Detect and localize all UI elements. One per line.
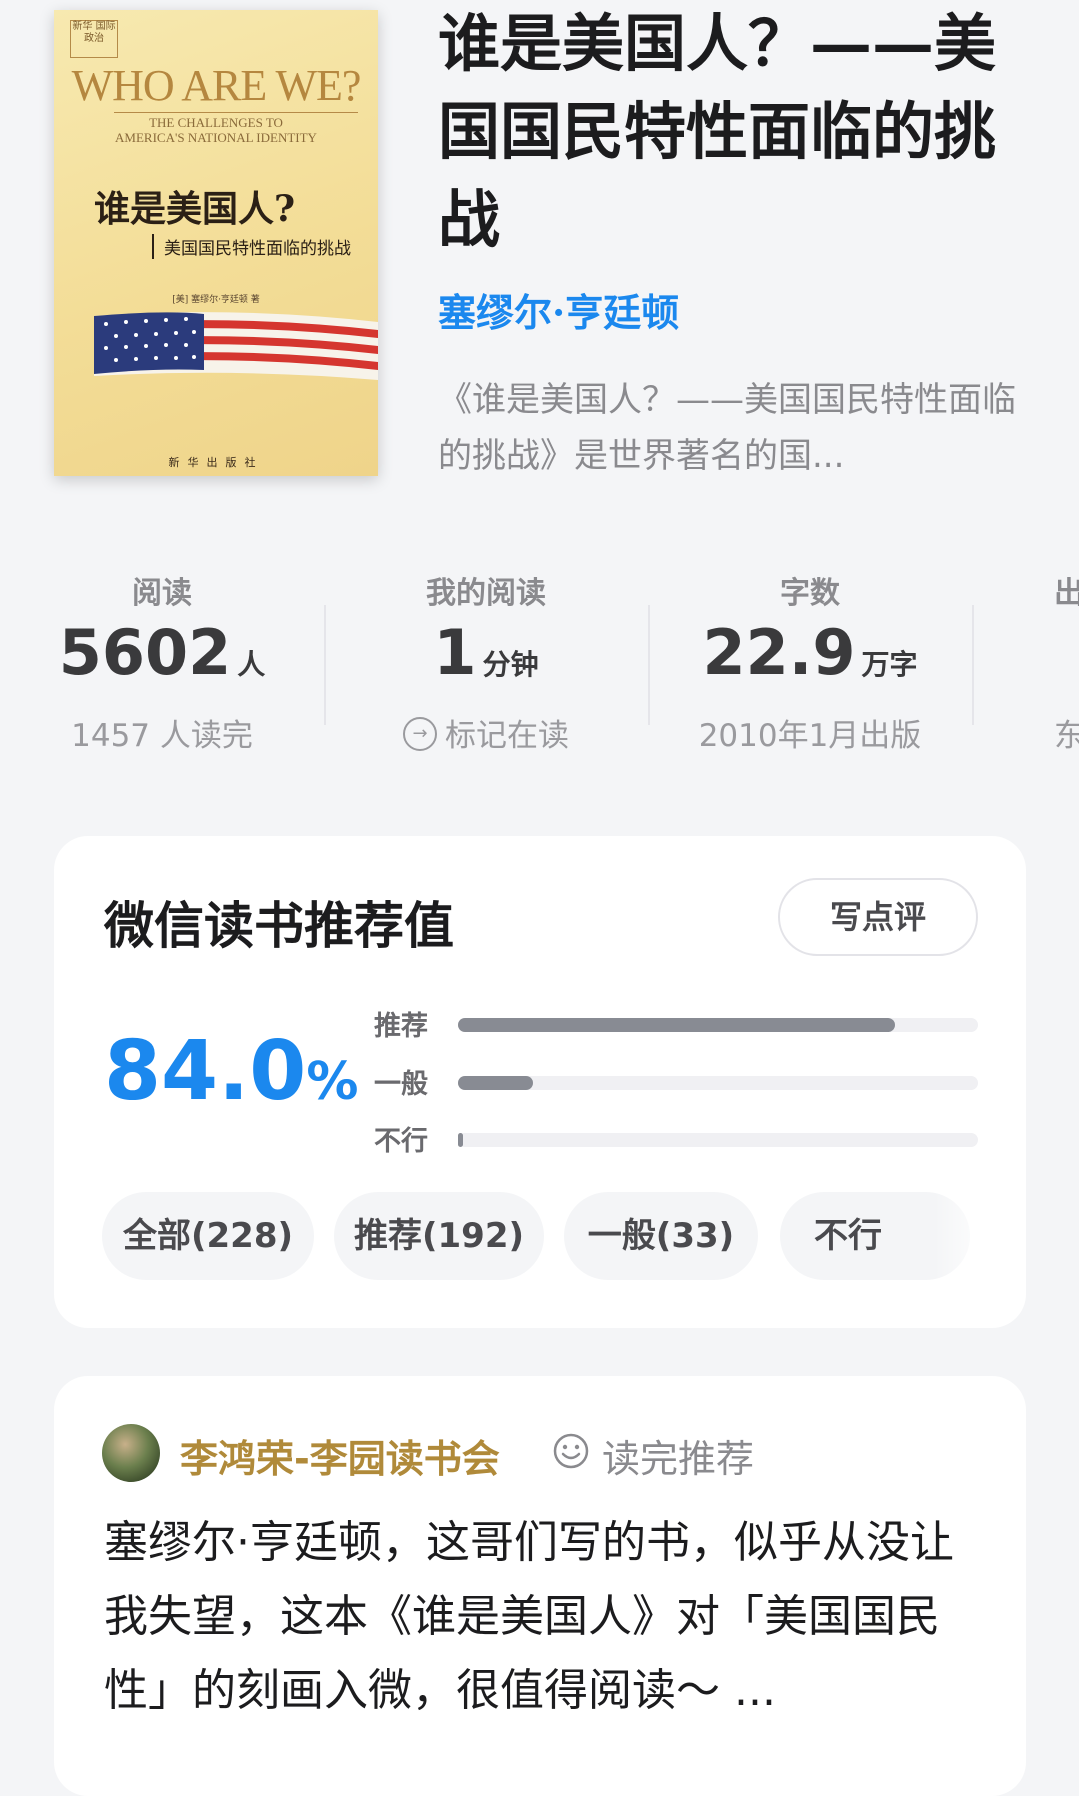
bar-track [458,1018,978,1032]
recommend-title: 微信读书推荐值 [104,897,454,955]
stats-row: 阅读 5602 人 1457 人读完 我的阅读 1 分钟 → 标记在读 字数 22.9… [0,560,1079,760]
stat-value: 5602 人 [0,616,324,689]
bar-fill [458,1018,895,1032]
avatar[interactable] [102,1424,160,1482]
filter-chip-average[interactable]: 一般(33) [564,1192,758,1280]
mark-reading-button[interactable]: → 标记在读 [324,710,648,755]
mark-reading-label: 标记在读 [445,718,569,754]
stat-publisher-partial[interactable]: 出 东 [1054,560,1079,760]
bar-track [458,1133,978,1147]
stat-label: 出 [1054,576,1079,611]
bar-fill [458,1076,534,1090]
stat-value-number: 22.9 [702,616,856,689]
cover-author: [美] 塞缪尔·亨廷顿 著 [172,295,260,305]
recommend-percent-value: 84.0 [104,1024,307,1119]
recommend-percent: 84.0% [104,1024,358,1119]
cover-title-en: WHO ARE WE? [71,61,362,110]
cover-subtitle-zh: 美国国民特性面临的挑战 [152,234,351,259]
filter-chip-all[interactable]: 全部(228) [102,1192,314,1280]
stat-value: 1 分钟 [324,616,648,689]
stat-value: 22.9 万字 [648,616,972,689]
smile-icon [553,1433,589,1469]
stat-note: 2010年1月出版 [698,718,922,754]
comment-card[interactable]: 李鸿荣-李园读书会 读完推荐 塞缪尔·亨廷顿，这哥们写的书，似乎从没让我失望，这… [54,1376,1026,1796]
bar-label: 推荐 [374,1011,428,1042]
bar-bad: 不行 [374,1119,978,1159]
stat-unit: 人 [237,648,266,681]
cover-subtitle-en: THE CHALLENGES TO AMERICA'S NATIONAL IDE… [54,115,378,145]
book-author-link[interactable]: 塞缪尔·亨廷顿 [438,282,679,337]
comment-tag: 读完推荐 [602,1437,755,1481]
cover-publisher: 新华出版社 [168,456,264,469]
bar-fill [458,1133,464,1147]
stat-readers[interactable]: 阅读 5602 人 1457 人读完 [0,560,324,760]
cover-title-zh: 谁是美国人? [94,188,296,230]
cover-rule [114,112,358,113]
comment-text[interactable]: 塞缪尔·亨廷顿，这哥们写的书，似乎从没让我失望，这本《谁是美国人》对「美国国民性… [104,1506,984,1728]
bar-label: 不行 [374,1126,428,1157]
filter-chip-recommend[interactable]: 推荐(192) [334,1192,544,1280]
cover-subtitle-en-line2: AMERICA'S NATIONAL IDENTITY [115,130,317,145]
stat-note: 1457 人读完 [71,718,253,754]
percent-sign: % [306,1052,359,1112]
bar-average: 一般 [374,1062,978,1102]
arrow-circle-icon: → [403,716,437,751]
stat-unit: 万字 [861,648,918,681]
write-review-button[interactable]: 写点评 [778,878,978,956]
bar-recommend: 推荐 [374,1004,978,1044]
stat-label: 字数 [780,576,840,611]
bar-track [458,1076,978,1090]
publisher-badge: 新华 国际政治 [70,20,118,58]
stat-label: 我的阅读 [426,576,546,611]
recommend-card: 微信读书推荐值 写点评 84.0% 推荐 一般 不行 全部(228) 推荐(19… [54,836,1026,1328]
cover-subtitle-en-line1: THE CHALLENGES TO [149,115,283,130]
us-flag-illustration [94,312,378,380]
bar-label: 一般 [374,1069,428,1100]
stat-my-reading[interactable]: 我的阅读 1 分钟 → 标记在读 [324,560,648,760]
stat-word-count[interactable]: 字数 22.9 万字 2010年1月出版 [648,560,972,760]
book-cover[interactable]: 新华 国际政治 WHO ARE WE? THE CHALLENGES TO AM… [54,10,378,476]
stat-value-number: 1 [433,616,477,689]
stat-note: 东 [1054,718,1079,754]
book-intro[interactable]: 《谁是美国人？——美国国民特性面临的挑战》是世界著名的国... [438,372,1018,484]
stat-unit: 分钟 [482,648,539,681]
comment-username[interactable]: 李鸿荣-李园读书会 [180,1428,500,1483]
scroll-fade [934,1186,994,1286]
stat-value-number: 5602 [58,616,232,689]
stat-label: 阅读 [132,576,192,611]
book-title: 谁是美国人？——美国国民特性面临的挑战 [438,7,997,256]
divider [972,605,974,725]
